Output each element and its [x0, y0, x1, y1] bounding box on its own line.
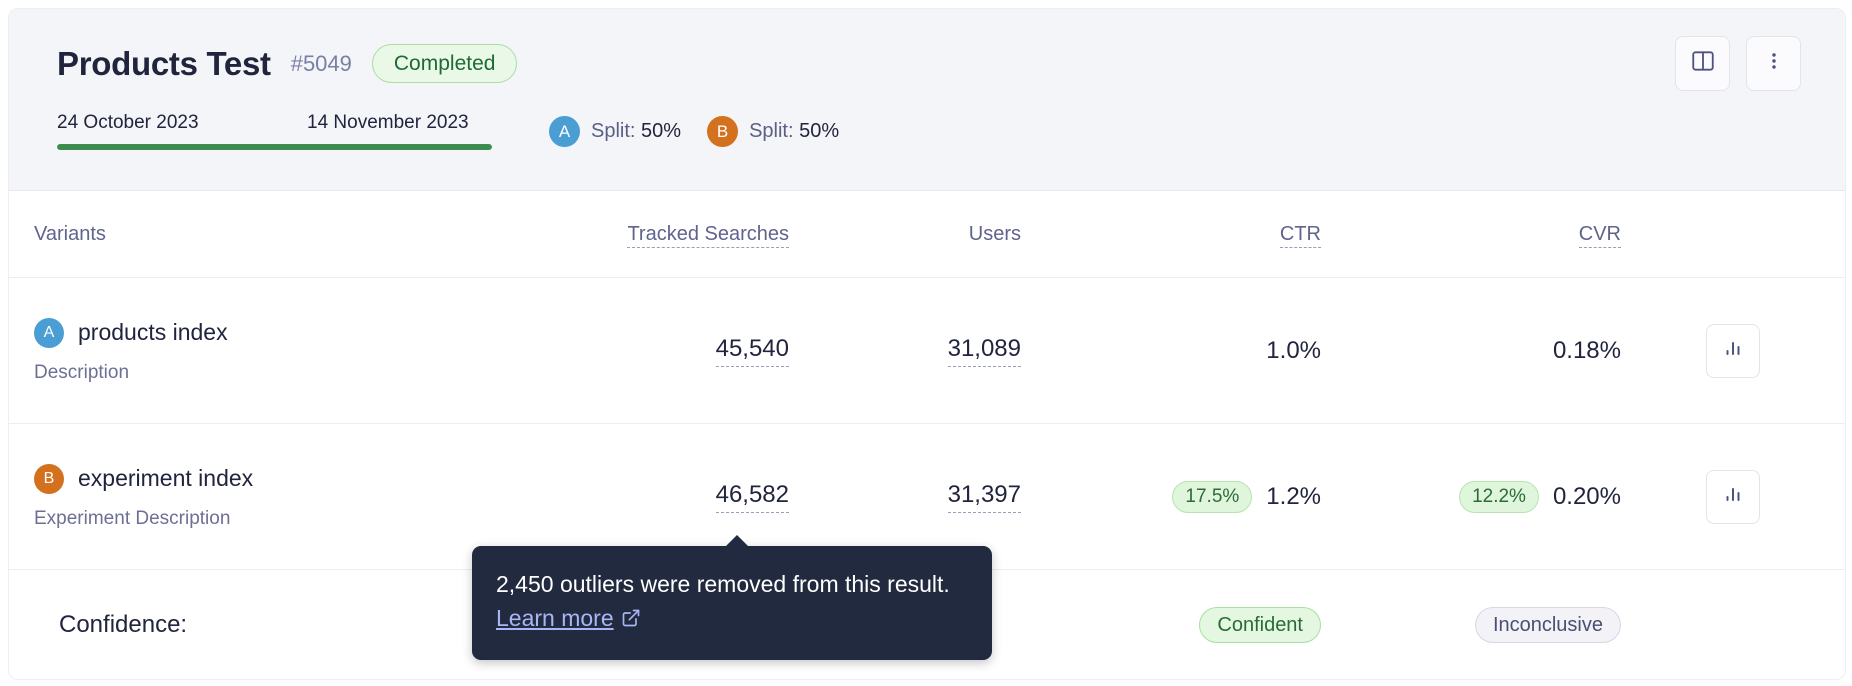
- column-header-tracked-searches[interactable]: Tracked Searches: [627, 222, 789, 248]
- bar-chart-icon: [1721, 482, 1745, 511]
- experiment-meta: 24 October 2023 14 November 2023 A Split…: [57, 112, 839, 150]
- experiment-id: #5049: [290, 50, 352, 76]
- page-title: Products Test: [57, 44, 271, 82]
- column-header-users: Users: [968, 222, 1021, 245]
- ctr-confidence-badge: Confident: [1199, 607, 1321, 643]
- users-value[interactable]: 31,397: [947, 481, 1021, 513]
- ctr-value: 1.2%: [1266, 482, 1321, 510]
- split-item-b: B Split: 50%: [707, 116, 839, 147]
- variant-cell-a: A products index Description: [9, 317, 544, 384]
- variant-a-avatar: A: [34, 317, 64, 348]
- view-chart-button[interactable]: [1706, 469, 1760, 524]
- variant-b-avatar: B: [34, 463, 64, 494]
- split-summary: A Split: 50% B Split: 50%: [549, 116, 839, 147]
- variant-a-avatar: A: [549, 116, 580, 147]
- variant-description: Description: [34, 361, 130, 383]
- split-value-b: 50%: [799, 120, 840, 142]
- tracked-searches-value[interactable]: 45,540: [715, 335, 789, 367]
- title-row: Products Test #5049 Completed: [57, 44, 518, 83]
- view-chart-button[interactable]: [1706, 323, 1760, 378]
- experiment-results-page: Products Test #5049 Completed 24 October…: [0, 0, 1852, 686]
- cvr-confidence-badge: Inconclusive: [1474, 607, 1621, 643]
- variant-description: Experiment Description: [34, 507, 231, 529]
- split-item-a: A Split: 50%: [549, 116, 681, 147]
- variant-name: experiment index: [78, 465, 254, 491]
- table-row: A products index Description 45,540 31,0…: [9, 278, 1845, 424]
- learn-more-link[interactable]: Learn more: [496, 605, 614, 631]
- start-date: 24 October 2023: [57, 112, 199, 133]
- progress-fill: [57, 144, 492, 150]
- variant-b-avatar: B: [707, 116, 739, 147]
- column-header-cvr[interactable]: CVR: [1578, 222, 1621, 248]
- experiment-progress-bar: [57, 144, 492, 150]
- end-date: 14 November 2023: [307, 112, 469, 133]
- cvr-value: 0.18%: [1552, 336, 1621, 364]
- more-options-button[interactable]: [1746, 36, 1801, 91]
- bar-chart-icon: [1721, 336, 1745, 365]
- kebab-menu-icon: [1763, 48, 1785, 79]
- ctr-uplift-badge: 17.5%: [1172, 480, 1253, 513]
- tooltip-text: 2,450 outliers were removed from this re…: [496, 571, 950, 597]
- column-header-variants: Variants: [34, 222, 106, 245]
- ctr-value: 1.0%: [1266, 336, 1321, 364]
- users-value[interactable]: 31,089: [947, 335, 1021, 367]
- date-range: 24 October 2023 14 November 2023: [57, 112, 497, 150]
- status-badge: Completed: [371, 44, 518, 83]
- external-link-icon[interactable]: [621, 603, 641, 637]
- outliers-tooltip: 2,450 outliers were removed from this re…: [472, 535, 992, 661]
- split-value-a: 50%: [641, 120, 682, 142]
- tooltip-arrow: [725, 535, 749, 547]
- split-view-button[interactable]: [1675, 36, 1730, 91]
- split-label-b: Split: 50%: [749, 120, 840, 142]
- variant-name: products index: [78, 319, 228, 345]
- experiment-header: Products Test #5049 Completed 24 October…: [9, 9, 1845, 191]
- confidence-label: Confidence:: [59, 611, 188, 638]
- variant-cell-b: B experiment index Experiment Descriptio…: [9, 463, 544, 530]
- column-header-ctr[interactable]: CTR: [1279, 222, 1321, 248]
- table-header-row: Variants Tracked Searches Users CTR CVR: [9, 191, 1845, 278]
- tracked-searches-value[interactable]: 46,582: [715, 481, 789, 513]
- columns-icon: [1690, 48, 1716, 79]
- cvr-uplift-badge: 12.2%: [1459, 480, 1539, 513]
- split-label-a: Split: 50%: [591, 120, 682, 142]
- cvr-value: 0.20%: [1552, 482, 1621, 510]
- header-actions: [1675, 36, 1801, 91]
